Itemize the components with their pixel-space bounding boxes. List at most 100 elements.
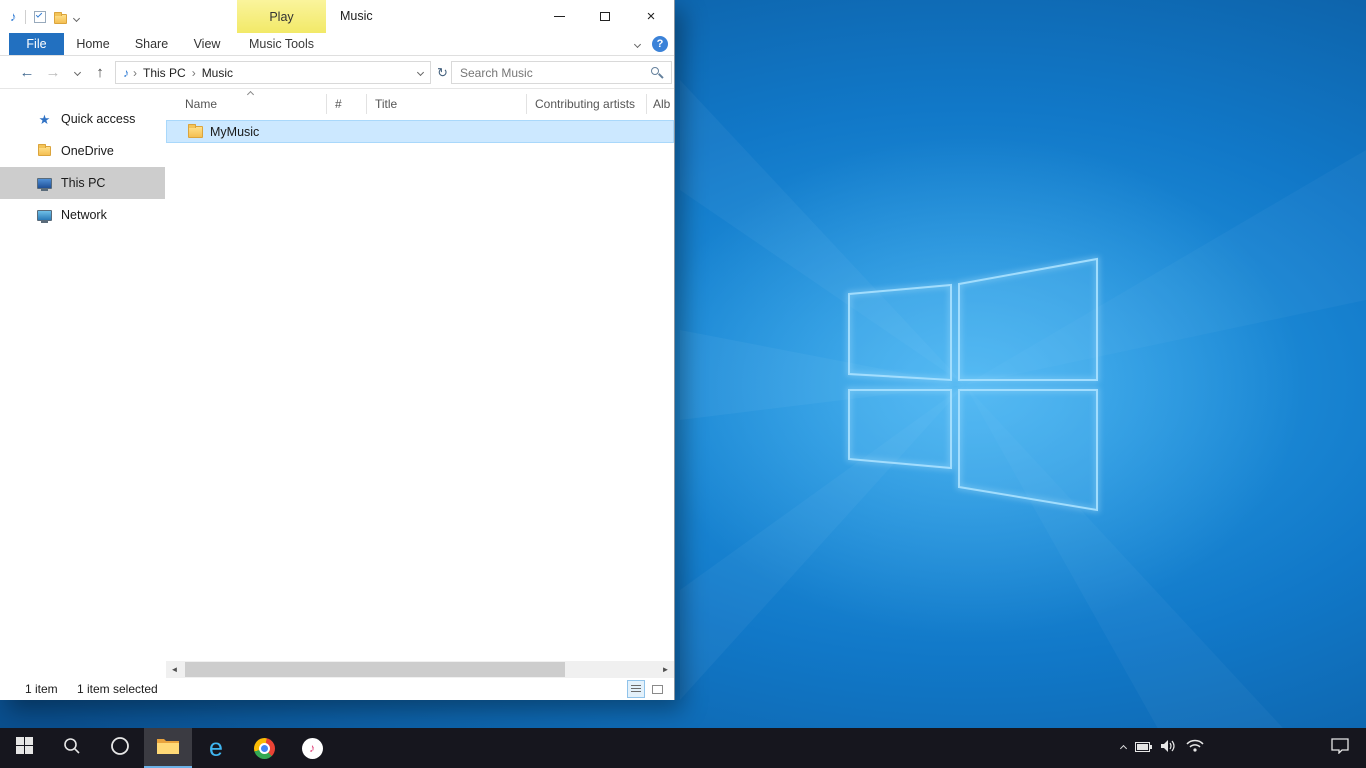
ribbon-expand-button[interactable] (627, 33, 647, 55)
action-center-icon (1331, 738, 1349, 759)
minimize-button[interactable] (536, 0, 582, 32)
sidebar-item-label: OneDrive (61, 144, 114, 158)
quick-access-toolbar: ♪ (10, 0, 79, 33)
sidebar-item-label: This PC (61, 176, 105, 190)
magnifier-handle (658, 73, 663, 78)
back-button[interactable]: ← (13, 56, 41, 89)
start-button[interactable] (0, 728, 48, 768)
onedrive-folder-icon (37, 146, 52, 156)
close-button[interactable]: × (628, 0, 674, 32)
chrome-icon (254, 738, 275, 759)
up-button[interactable]: ↑ (88, 56, 112, 89)
recent-locations-button[interactable] (68, 56, 86, 89)
star-icon: ★ (37, 113, 52, 126)
ribbon-tab-row: File Home Share View Music Tools ? (0, 33, 674, 56)
wifi-icon (1186, 739, 1204, 757)
volume-button[interactable] (1161, 739, 1177, 758)
chevron-down-icon (417, 69, 424, 76)
view-toggle-buttons (627, 680, 666, 698)
battery-icon (1135, 739, 1152, 757)
column-header-number[interactable]: # (335, 89, 342, 119)
taskbar-internet-explorer-button[interactable]: e (192, 728, 240, 768)
file-explorer-icon (156, 736, 180, 761)
column-header-contributing-artists[interactable]: Contributing artists (535, 89, 635, 119)
tab-view[interactable]: View (184, 33, 230, 55)
new-folder-button[interactable] (54, 11, 66, 23)
chevron-down-icon (72, 14, 79, 21)
tab-share[interactable]: Share (127, 33, 176, 55)
sidebar-item-label: Network (61, 208, 107, 222)
address-dropdown-button[interactable] (411, 62, 430, 83)
qat-customize-button[interactable] (74, 8, 79, 26)
minimize-icon (554, 16, 565, 17)
column-header-title[interactable]: Title (375, 89, 397, 119)
taskbar-music-app-button[interactable]: ♪ (288, 728, 336, 768)
file-name: MyMusic (210, 125, 259, 139)
file-row-mymusic[interactable]: MyMusic (166, 120, 674, 143)
column-separator[interactable] (326, 94, 327, 114)
windows-logo-icon (16, 737, 33, 759)
system-tray (1121, 728, 1204, 768)
large-icons-view-icon (652, 685, 663, 694)
maximize-button[interactable] (582, 0, 628, 32)
file-tab[interactable]: File (9, 33, 64, 55)
scrollbar-thumb[interactable] (185, 662, 565, 677)
breadcrumb-chevron-icon: › (129, 66, 141, 80)
item-count: 1 item (25, 678, 58, 700)
titlebar: ♪ Play Music × (0, 0, 674, 33)
scroll-right-button[interactable]: ► (657, 661, 674, 678)
window-music-note-icon[interactable]: ♪ (10, 10, 17, 23)
taskbar: e ♪ (0, 728, 1366, 768)
action-center-button[interactable] (1318, 728, 1362, 768)
forward-button[interactable]: → (41, 56, 65, 89)
chevron-down-icon (73, 69, 80, 76)
window-title: Music (340, 0, 373, 33)
taskbar-file-explorer-button[interactable] (144, 728, 192, 768)
music-app-icon: ♪ (302, 738, 323, 759)
tray-expand-button[interactable] (1121, 746, 1126, 751)
folder-icon (188, 126, 203, 138)
taskbar-search-button[interactable] (48, 728, 96, 768)
breadcrumb-chevron-icon: › (188, 66, 200, 80)
network-button[interactable] (1186, 739, 1204, 757)
new-folder-icon (54, 14, 67, 24)
chevron-down-icon (633, 40, 640, 47)
help-button[interactable]: ? (652, 36, 668, 52)
battery-button[interactable] (1135, 739, 1152, 757)
cortana-button[interactable] (96, 728, 144, 768)
column-header-album[interactable]: Alb (653, 89, 670, 119)
column-header-name[interactable]: Name (185, 89, 217, 119)
sidebar-item-onedrive[interactable]: OneDrive (0, 135, 165, 167)
scroll-left-button[interactable]: ◄ (166, 661, 183, 678)
breadcrumb-music[interactable]: Music (200, 66, 235, 80)
large-icons-view-button[interactable] (648, 680, 666, 698)
network-icon (37, 210, 52, 221)
speaker-icon (1161, 739, 1177, 758)
details-view-button[interactable] (627, 680, 645, 698)
search-icon[interactable] (649, 66, 667, 80)
cortana-circle-icon (110, 736, 130, 761)
sidebar-item-network[interactable]: Network (0, 199, 165, 231)
search-box (451, 61, 672, 84)
internet-explorer-icon: e (209, 736, 223, 761)
navigation-pane: ★ Quick access OneDrive This PC Network (0, 89, 165, 661)
horizontal-scrollbar[interactable]: ◄ ► (166, 661, 674, 678)
navigation-bar: ← → ↑ ♪ › This PC › Music ↻ (0, 56, 674, 89)
selection-count: 1 item selected (77, 678, 158, 700)
maximize-icon (600, 12, 610, 21)
address-bar[interactable]: ♪ › This PC › Music (115, 61, 431, 84)
tab-home[interactable]: Home (68, 33, 118, 55)
sidebar-item-quick-access[interactable]: ★ Quick access (0, 103, 165, 135)
column-separator[interactable] (366, 94, 367, 114)
contextual-tab-play[interactable]: Play (237, 0, 326, 33)
search-input[interactable] (452, 62, 649, 83)
music-tools-group-label[interactable]: Music Tools (237, 33, 326, 55)
column-separator[interactable] (526, 94, 527, 114)
search-icon (63, 737, 81, 760)
refresh-button[interactable]: ↻ (433, 56, 452, 89)
properties-button[interactable] (34, 11, 46, 23)
breadcrumb-this-pc[interactable]: This PC (141, 66, 188, 80)
sidebar-item-this-pc[interactable]: This PC (0, 167, 165, 199)
column-separator[interactable] (646, 94, 647, 114)
taskbar-chrome-button[interactable] (240, 728, 288, 768)
